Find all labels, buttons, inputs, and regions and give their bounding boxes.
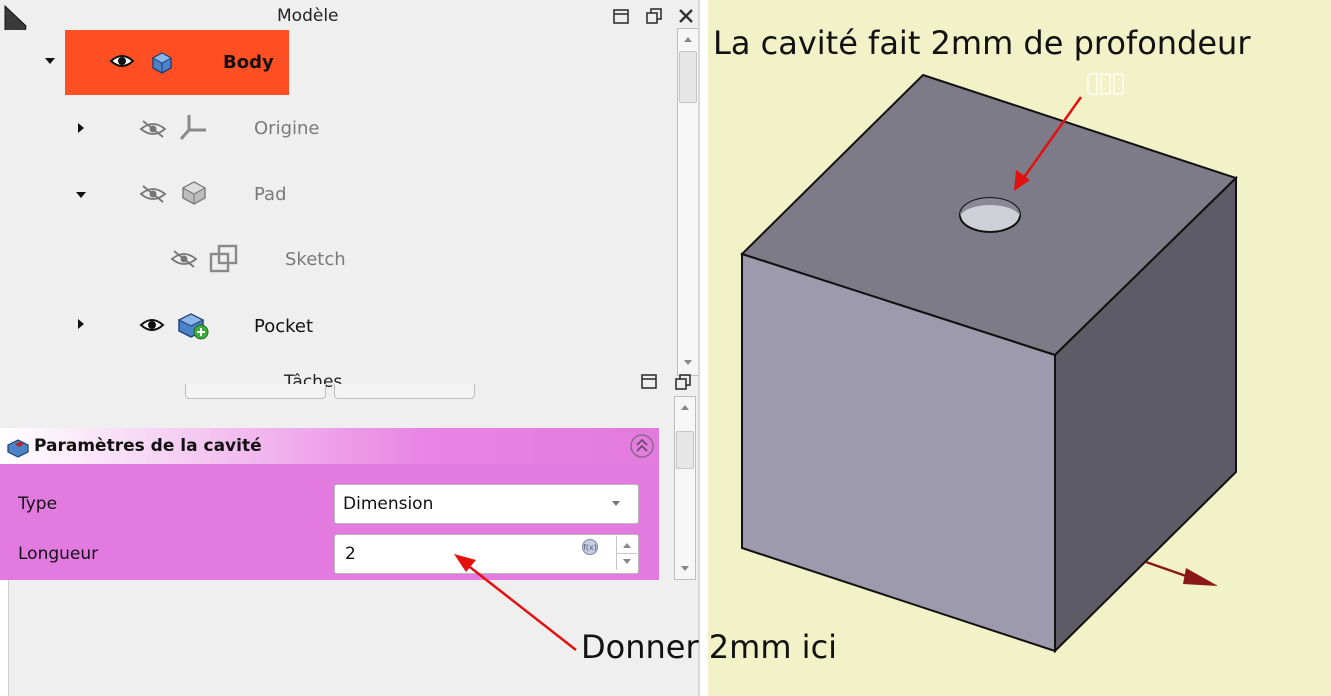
float-panel-icon[interactable] <box>674 373 692 392</box>
length-stepper[interactable] <box>616 536 637 570</box>
tree-item-pocket[interactable]: Pocket <box>254 316 313 337</box>
model-panel-title: Modèle <box>277 6 339 26</box>
float-panel-icon[interactable] <box>645 7 663 26</box>
scrollbar-thumb[interactable] <box>679 51 697 103</box>
tree-item-origine[interactable]: Origine <box>254 118 319 139</box>
left-panel: Modèle Body Origine Pad Sketch Pocket Tâ… <box>0 0 700 696</box>
step-up-icon[interactable] <box>622 541 632 549</box>
type-select-value: Dimension <box>343 494 434 514</box>
scroll-up-icon[interactable] <box>680 403 690 411</box>
scroll-down-icon[interactable] <box>680 565 690 573</box>
cube-model[interactable] <box>708 0 1331 696</box>
eye-icon[interactable] <box>139 316 165 334</box>
close-icon[interactable] <box>677 7 695 25</box>
type-select[interactable]: Dimension <box>334 484 639 524</box>
task-section-header: Paramètres de la cavité <box>0 428 659 464</box>
scroll-down-icon[interactable] <box>683 359 693 367</box>
3d-viewport[interactable] <box>708 0 1331 696</box>
annotation-arrow-icon <box>454 554 577 651</box>
scroll-up-icon[interactable] <box>683 35 693 43</box>
task-ok-button[interactable] <box>185 384 326 399</box>
tree-item-label: Body <box>223 52 274 73</box>
dock-panel-icon[interactable] <box>640 373 658 391</box>
panel-splitter[interactable] <box>698 0 700 696</box>
expand-arrow-icon[interactable] <box>77 318 85 330</box>
type-label: Type <box>18 494 58 514</box>
svg-text:f(x): f(x) <box>583 543 597 552</box>
origin-icon <box>179 115 206 140</box>
expand-arrow-icon[interactable] <box>77 122 85 134</box>
task-cancel-button[interactable] <box>334 384 475 399</box>
eye-hidden-icon[interactable] <box>139 119 167 139</box>
chevron-down-icon <box>612 501 620 506</box>
task-section-title: Paramètres de la cavité <box>34 436 262 456</box>
annotation-top: La cavité fait 2mm de profondeur <box>713 24 1251 62</box>
tasks-scrollbar[interactable] <box>674 396 696 580</box>
collapse-arrow-icon[interactable] <box>75 191 87 199</box>
pad-icon <box>181 181 207 205</box>
panel-edge <box>0 580 9 696</box>
pocket-small-icon <box>7 439 29 458</box>
eye-hidden-icon[interactable] <box>139 184 167 204</box>
collapse-arrow-icon[interactable] <box>44 57 56 65</box>
sketch-icon <box>209 244 238 273</box>
collapse-section-icon[interactable] <box>629 433 655 459</box>
step-down-icon[interactable] <box>622 558 632 566</box>
tree-item-pad[interactable]: Pad <box>254 184 287 205</box>
length-field-value: 2 <box>345 544 356 564</box>
tree-item-body[interactable]: Body <box>65 30 289 95</box>
eye-hidden-icon[interactable] <box>170 249 198 269</box>
body-icon <box>151 52 173 74</box>
annotation-bottom: Donner 2mm ici <box>581 628 838 666</box>
model-tree: Body Origine Pad Sketch Pocket <box>0 30 676 368</box>
tree-scrollbar[interactable] <box>677 28 699 376</box>
eye-icon[interactable] <box>109 52 135 70</box>
length-label: Longueur <box>18 544 99 564</box>
dock-panel-icon[interactable] <box>612 8 630 26</box>
pocket-icon <box>177 313 209 340</box>
tree-item-sketch[interactable]: Sketch <box>285 249 346 270</box>
expression-icon[interactable]: f(x) <box>581 538 599 556</box>
scrollbar-thumb[interactable] <box>676 431 694 469</box>
